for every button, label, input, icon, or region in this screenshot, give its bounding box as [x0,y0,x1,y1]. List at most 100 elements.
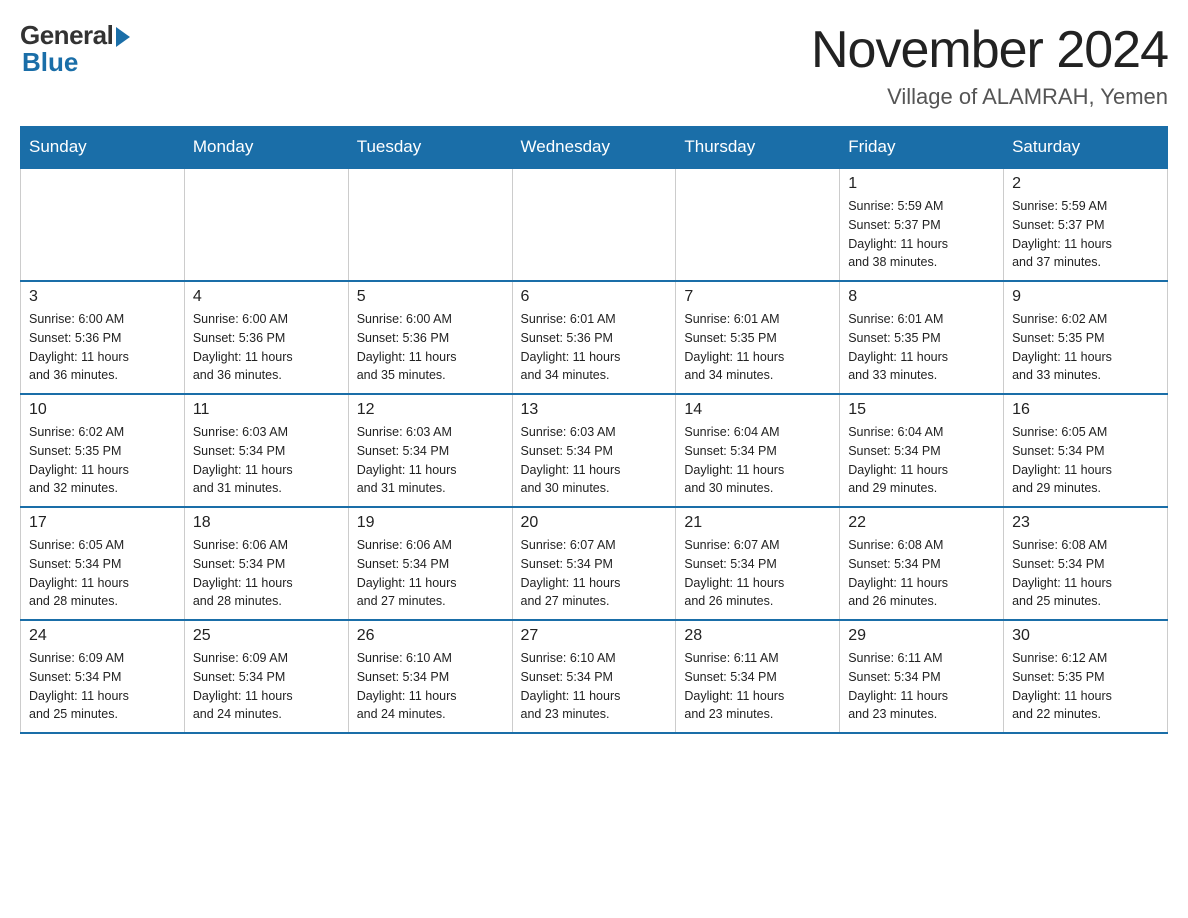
day-info: Sunrise: 6:01 AMSunset: 5:35 PMDaylight:… [848,310,995,385]
calendar-week-3: 10 Sunrise: 6:02 AMSunset: 5:35 PMDayligh… [21,394,1168,507]
weekday-header-thursday: Thursday [676,127,840,169]
month-title: November 2024 [811,20,1168,80]
day-info: Sunrise: 6:07 AMSunset: 5:34 PMDaylight:… [684,536,831,611]
calendar-cell: 6 Sunrise: 6:01 AMSunset: 5:36 PMDaylight… [512,281,676,394]
calendar-cell: 24 Sunrise: 6:09 AMSunset: 5:34 PMDayligh… [21,620,185,733]
day-number: 30 [1012,627,1159,645]
calendar-cell: 22 Sunrise: 6:08 AMSunset: 5:34 PMDayligh… [840,507,1004,620]
day-number: 27 [521,627,668,645]
calendar-week-1: 1 Sunrise: 5:59 AMSunset: 5:37 PMDaylight… [21,168,1168,281]
day-info: Sunrise: 6:11 AMSunset: 5:34 PMDaylight:… [848,649,995,724]
calendar-cell: 18 Sunrise: 6:06 AMSunset: 5:34 PMDayligh… [184,507,348,620]
day-info: Sunrise: 6:06 AMSunset: 5:34 PMDaylight:… [193,536,340,611]
location-title: Village of ALAMRAH, Yemen [811,84,1168,110]
day-info: Sunrise: 6:11 AMSunset: 5:34 PMDaylight:… [684,649,831,724]
calendar-cell: 4Sunrise: 6:00 AMSunset: 5:36 PMDaylight… [184,281,348,394]
weekday-header-sunday: Sunday [21,127,185,169]
day-number: 10 [29,401,176,419]
day-number: 18 [193,514,340,532]
calendar-table: SundayMondayTuesdayWednesdayThursdayFrid… [20,126,1168,734]
day-info: Sunrise: 6:09 AMSunset: 5:34 PMDaylight:… [29,649,176,724]
calendar-cell: 7 Sunrise: 6:01 AMSunset: 5:35 PMDaylight… [676,281,840,394]
calendar-cell: 5 Sunrise: 6:00 AMSunset: 5:36 PMDaylight… [348,281,512,394]
calendar-cell [348,168,512,281]
calendar-cell: 9 Sunrise: 6:02 AMSunset: 5:35 PMDaylight… [1004,281,1168,394]
calendar-cell: 11 Sunrise: 6:03 AMSunset: 5:34 PMDayligh… [184,394,348,507]
day-number: 25 [193,627,340,645]
day-info: Sunrise: 6:06 AMSunset: 5:34 PMDaylight:… [357,536,504,611]
calendar-cell: 25 Sunrise: 6:09 AMSunset: 5:34 PMDayligh… [184,620,348,733]
weekday-header-tuesday: Tuesday [348,127,512,169]
calendar-cell: 3 Sunrise: 6:00 AMSunset: 5:36 PMDaylight… [21,281,185,394]
logo-blue-text: Blue [22,47,78,78]
day-info: Sunrise: 6:08 AMSunset: 5:34 PMDaylight:… [848,536,995,611]
day-info: Sunrise: 6:09 AMSunset: 5:34 PMDaylight:… [193,649,340,724]
calendar-cell: 1 Sunrise: 5:59 AMSunset: 5:37 PMDaylight… [840,168,1004,281]
day-info: Sunrise: 6:00 AMSunset: 5:36 PMDaylight:… [29,310,176,385]
day-number: 22 [848,514,995,532]
day-number: 26 [357,627,504,645]
calendar-cell: 26 Sunrise: 6:10 AMSunset: 5:34 PMDayligh… [348,620,512,733]
calendar-cell: 8 Sunrise: 6:01 AMSunset: 5:35 PMDaylight… [840,281,1004,394]
day-number: 1 [848,175,995,193]
day-number: 29 [848,627,995,645]
calendar-cell: 30 Sunrise: 6:12 AMSunset: 5:35 PMDayligh… [1004,620,1168,733]
calendar-cell: 16 Sunrise: 6:05 AMSunset: 5:34 PMDayligh… [1004,394,1168,507]
day-number: 16 [1012,401,1159,419]
day-info: Sunrise: 5:59 AMSunset: 5:37 PMDaylight:… [848,197,995,272]
day-number: 5 [357,288,504,306]
calendar-cell: 12 Sunrise: 6:03 AMSunset: 5:34 PMDayligh… [348,394,512,507]
day-number: 9 [1012,288,1159,306]
day-info: Sunrise: 6:05 AMSunset: 5:34 PMDaylight:… [29,536,176,611]
weekday-header-friday: Friday [840,127,1004,169]
day-info: Sunrise: 6:03 AMSunset: 5:34 PMDaylight:… [193,423,340,498]
day-number: 13 [521,401,668,419]
day-info: Sunrise: 6:00 AMSunset: 5:36 PMDaylight:… [193,310,340,385]
day-number: 14 [684,401,831,419]
calendar-header-row: SundayMondayTuesdayWednesdayThursdayFrid… [21,127,1168,169]
day-number: 15 [848,401,995,419]
weekday-header-saturday: Saturday [1004,127,1168,169]
calendar-cell: 21 Sunrise: 6:07 AMSunset: 5:34 PMDayligh… [676,507,840,620]
day-number: 28 [684,627,831,645]
day-info: Sunrise: 5:59 AMSunset: 5:37 PMDaylight:… [1012,197,1159,272]
calendar-cell: 10 Sunrise: 6:02 AMSunset: 5:35 PMDayligh… [21,394,185,507]
day-info: Sunrise: 6:04 AMSunset: 5:34 PMDaylight:… [684,423,831,498]
calendar-cell: 17Sunrise: 6:05 AMSunset: 5:34 PMDayligh… [21,507,185,620]
day-info: Sunrise: 6:03 AMSunset: 5:34 PMDaylight:… [357,423,504,498]
calendar-cell: 14 Sunrise: 6:04 AMSunset: 5:34 PMDayligh… [676,394,840,507]
day-info: Sunrise: 6:05 AMSunset: 5:34 PMDaylight:… [1012,423,1159,498]
day-number: 11 [193,401,340,419]
day-info: Sunrise: 6:08 AMSunset: 5:34 PMDaylight:… [1012,536,1159,611]
day-number: 8 [848,288,995,306]
weekday-header-monday: Monday [184,127,348,169]
logo: General Blue [20,20,130,78]
day-number: 23 [1012,514,1159,532]
calendar-cell: 23 Sunrise: 6:08 AMSunset: 5:34 PMDayligh… [1004,507,1168,620]
day-number: 24 [29,627,176,645]
day-number: 3 [29,288,176,306]
day-number: 12 [357,401,504,419]
calendar-cell: 2Sunrise: 5:59 AMSunset: 5:37 PMDaylight… [1004,168,1168,281]
day-info: Sunrise: 6:02 AMSunset: 5:35 PMDaylight:… [1012,310,1159,385]
day-number: 19 [357,514,504,532]
day-info: Sunrise: 6:07 AMSunset: 5:34 PMDaylight:… [521,536,668,611]
day-info: Sunrise: 6:10 AMSunset: 5:34 PMDaylight:… [357,649,504,724]
calendar-cell [512,168,676,281]
day-info: Sunrise: 6:12 AMSunset: 5:35 PMDaylight:… [1012,649,1159,724]
day-info: Sunrise: 6:01 AMSunset: 5:36 PMDaylight:… [521,310,668,385]
day-number: 7 [684,288,831,306]
calendar-cell: 15 Sunrise: 6:04 AMSunset: 5:34 PMDayligh… [840,394,1004,507]
day-info: Sunrise: 6:02 AMSunset: 5:35 PMDaylight:… [29,423,176,498]
day-number: 21 [684,514,831,532]
calendar-cell: 19 Sunrise: 6:06 AMSunset: 5:34 PMDayligh… [348,507,512,620]
day-number: 20 [521,514,668,532]
day-info: Sunrise: 6:00 AMSunset: 5:36 PMDaylight:… [357,310,504,385]
calendar-cell: 27Sunrise: 6:10 AMSunset: 5:34 PMDayligh… [512,620,676,733]
day-info: Sunrise: 6:04 AMSunset: 5:34 PMDaylight:… [848,423,995,498]
day-info: Sunrise: 6:01 AMSunset: 5:35 PMDaylight:… [684,310,831,385]
day-info: Sunrise: 6:03 AMSunset: 5:34 PMDaylight:… [521,423,668,498]
day-number: 6 [521,288,668,306]
calendar-cell [21,168,185,281]
weekday-header-wednesday: Wednesday [512,127,676,169]
